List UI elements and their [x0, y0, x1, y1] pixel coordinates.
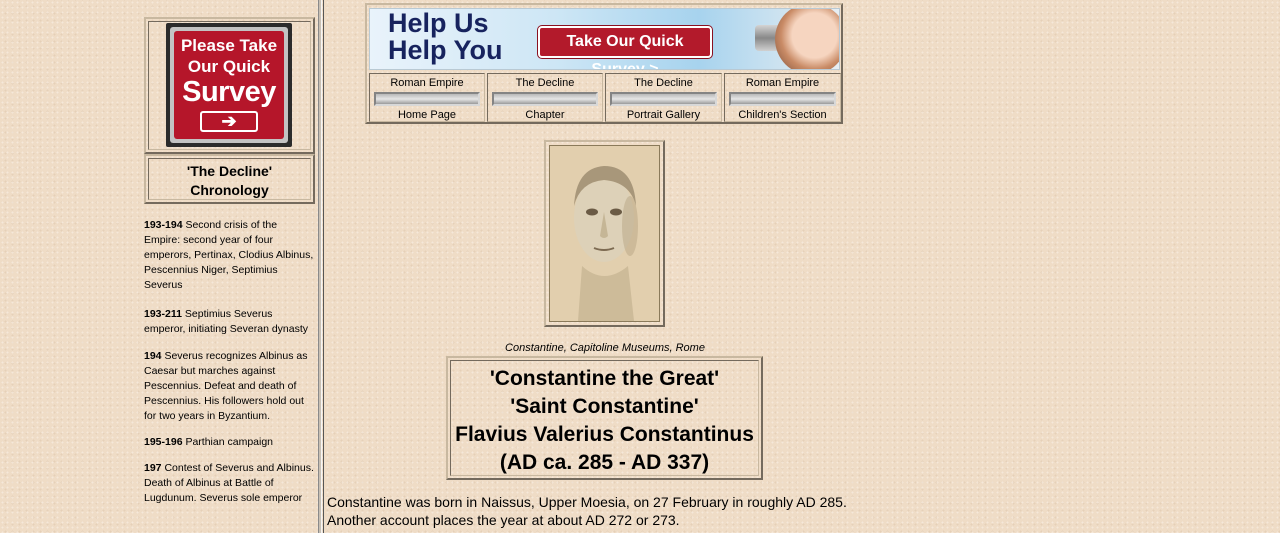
- constantine-bust-image: [549, 145, 660, 322]
- nav-top-label: The Decline: [634, 77, 693, 89]
- chronology-title-line2: Chronology: [190, 182, 269, 198]
- intro-paragraph: Constantine was born in Naissus, Upper M…: [327, 493, 887, 529]
- nav-roman-empire-home[interactable]: Roman Empire Home Page: [369, 73, 485, 122]
- intro-line2: Another account places the year at about…: [327, 512, 680, 528]
- title-line3: Flavius Valerius Constantinus: [455, 423, 754, 446]
- timeline-years: 194: [144, 350, 162, 362]
- timeline-years: 195-196: [144, 436, 183, 448]
- arrow-right-icon: ➔: [200, 111, 258, 132]
- survey-sign-link[interactable]: Please Take Our Quick Survey ➔: [166, 23, 292, 147]
- take-survey-button[interactable]: Take Our Quick Survey >: [538, 26, 712, 69]
- nav-bottom-label: Portrait Gallery: [626, 109, 701, 121]
- survey-banner[interactable]: Help Us Help You Take Our Quick Survey >: [369, 8, 840, 70]
- nav-top-label: Roman Empire: [745, 77, 820, 89]
- timeline-text: Parthian campaign: [182, 436, 274, 448]
- title-line2: 'Saint Constantine': [510, 395, 699, 418]
- nav-decline-chapter[interactable]: The Decline Chapter: [487, 73, 603, 122]
- nav-bar-icon: [610, 92, 717, 106]
- timeline-years: 193-211: [144, 308, 182, 320]
- nav-decline-portrait-gallery[interactable]: The Decline Portrait Gallery: [605, 73, 722, 122]
- nav-top-label: Roman Empire: [390, 77, 464, 89]
- nav-bar-icon: [492, 92, 598, 106]
- timeline-text: Contest of Severus and Albinus. Death of…: [144, 462, 314, 504]
- portrait-caption: Constantine, Capitoline Museums, Rome: [505, 342, 705, 354]
- title-line4: (AD ca. 285 - AD 337): [499, 451, 710, 474]
- banner-headline: Help Us Help You: [388, 10, 503, 64]
- timeline-text: Severus recognizes Albinus as Caesar but…: [144, 350, 308, 422]
- timeline-years: 193-194: [144, 219, 183, 231]
- chronology-heading-box: 'The Decline' Chronology: [144, 154, 315, 204]
- timeline-list: 193-194 Second crisis of the Empire: sec…: [144, 218, 316, 506]
- frame-divider[interactable]: [318, 0, 322, 533]
- timeline-entry: 193-194 Second crisis of the Empire: sec…: [144, 218, 316, 293]
- nav-roman-empire-children[interactable]: Roman Empire Children's Section: [724, 73, 841, 122]
- timeline-entry: 195-196 Parthian campaign: [144, 435, 316, 450]
- frame-divider-line: [323, 0, 324, 533]
- nav-bottom-label: Home Page: [397, 109, 457, 121]
- survey-sign-line2: Our Quick: [187, 57, 271, 76]
- banner-headline-line2: Help You: [388, 35, 503, 65]
- timeline-entry: 194 Severus recognizes Albinus as Caesar…: [144, 349, 316, 424]
- timeline-entry: 197 Contest of Severus and Albinus. Deat…: [144, 461, 316, 506]
- woman-listening-image: [775, 9, 839, 69]
- timeline-entry: 193-211 Septimius Severus emperor, initi…: [144, 307, 316, 337]
- nav-bottom-label: Children's Section: [738, 109, 827, 121]
- survey-sign-line1: Please Take: [180, 36, 278, 55]
- banner-headline-line1: Help Us: [388, 8, 489, 38]
- nav-bar-icon: [729, 92, 836, 106]
- nav-bar-icon: [374, 92, 480, 106]
- nav-top-label: The Decline: [515, 77, 575, 89]
- timeline-years: 197: [144, 462, 162, 474]
- intro-line1: Constantine was born in Naissus, Upper M…: [327, 494, 847, 510]
- chronology-title-line1: 'The Decline': [186, 163, 273, 179]
- survey-sign-line3: Survey: [182, 76, 276, 108]
- title-line1: 'Constantine the Great': [489, 367, 720, 390]
- nav-bottom-label: Chapter: [525, 109, 565, 121]
- title-box: 'Constantine the Great' 'Saint Constanti…: [446, 356, 763, 480]
